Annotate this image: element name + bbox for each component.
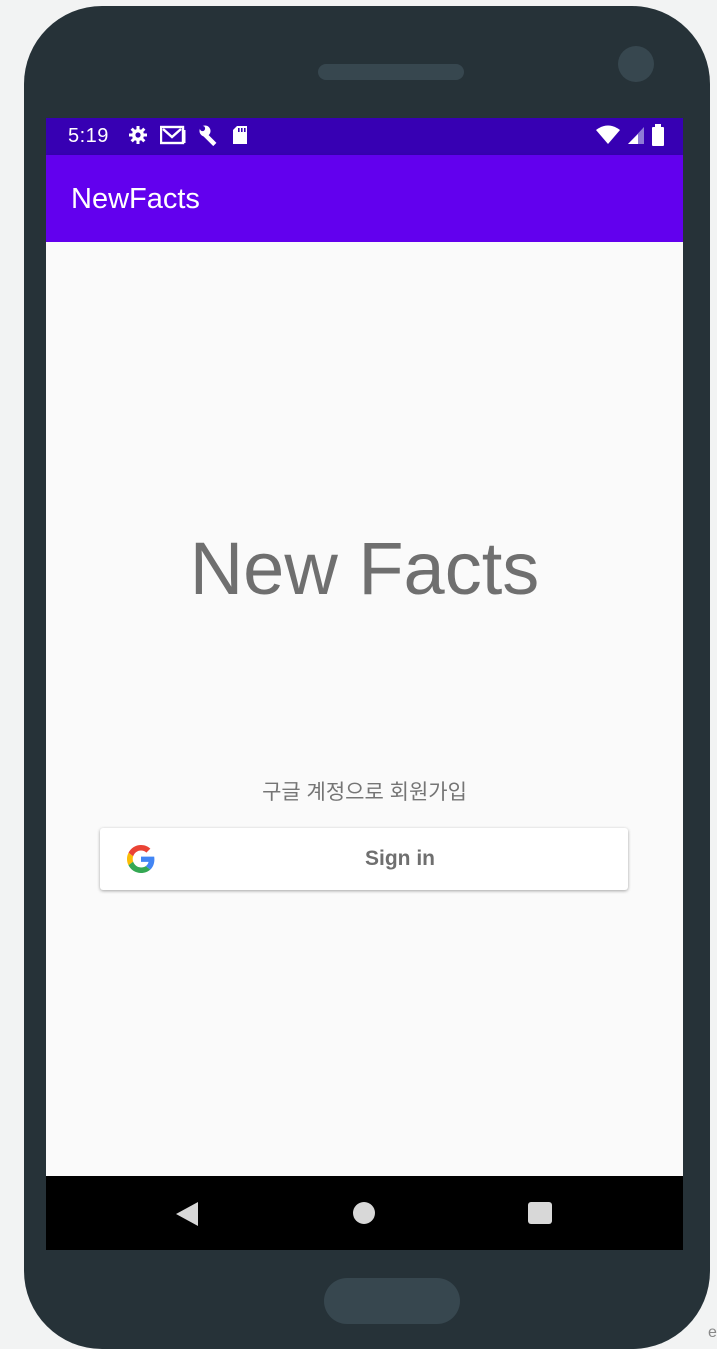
cell-signal-icon — [627, 125, 645, 145]
sign-in-label: Sign in — [365, 847, 435, 870]
gmail-icon — [160, 125, 186, 145]
gear-icon — [128, 125, 148, 145]
wifi-icon — [595, 124, 621, 146]
device-screen: 5:19 NewFacts New Facts 구글 계정으로 회원가입 Sig… — [46, 118, 683, 1250]
edge-text-fragment: e — [708, 1324, 717, 1341]
google-sign-in-button[interactable]: Sign in — [100, 828, 628, 890]
sd-card-icon — [232, 125, 248, 145]
signup-hint-text: 구글 계정으로 회원가입 — [262, 781, 467, 804]
earpiece-speaker — [318, 64, 464, 80]
navigation-bar — [46, 1176, 683, 1250]
status-bar: 5:19 — [46, 118, 683, 155]
app-title: NewFacts — [71, 183, 200, 215]
system-status-icons — [595, 124, 665, 146]
main-content: New Facts 구글 계정으로 회원가입 Sign in — [46, 242, 683, 1176]
emulator-stage: 5:19 NewFacts New Facts 구글 계정으로 회원가입 Sig… — [0, 0, 717, 1349]
notification-icons — [128, 124, 248, 146]
home-icon[interactable] — [353, 1202, 375, 1224]
wrench-icon — [198, 124, 220, 146]
recents-icon[interactable] — [528, 1202, 552, 1224]
back-icon[interactable] — [176, 1202, 198, 1231]
status-time: 5:19 — [68, 125, 109, 147]
battery-icon — [651, 124, 665, 146]
front-camera — [618, 46, 654, 82]
app-headline: New Facts — [189, 527, 540, 610]
hardware-home-button[interactable] — [324, 1278, 460, 1324]
app-bar: NewFacts — [46, 155, 683, 242]
